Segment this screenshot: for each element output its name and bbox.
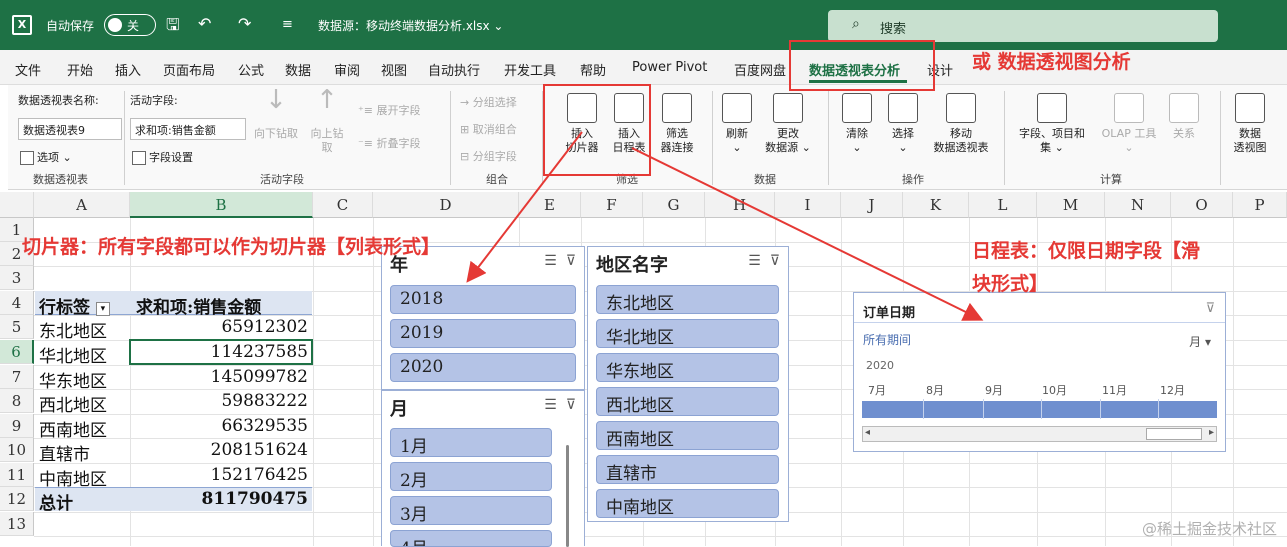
arrow-to-slicer <box>466 131 583 283</box>
annotation-arrows <box>466 131 984 321</box>
watermark: @稀土掘金技术社区 <box>1141 520 1277 538</box>
arrow-to-timeline <box>631 147 984 321</box>
